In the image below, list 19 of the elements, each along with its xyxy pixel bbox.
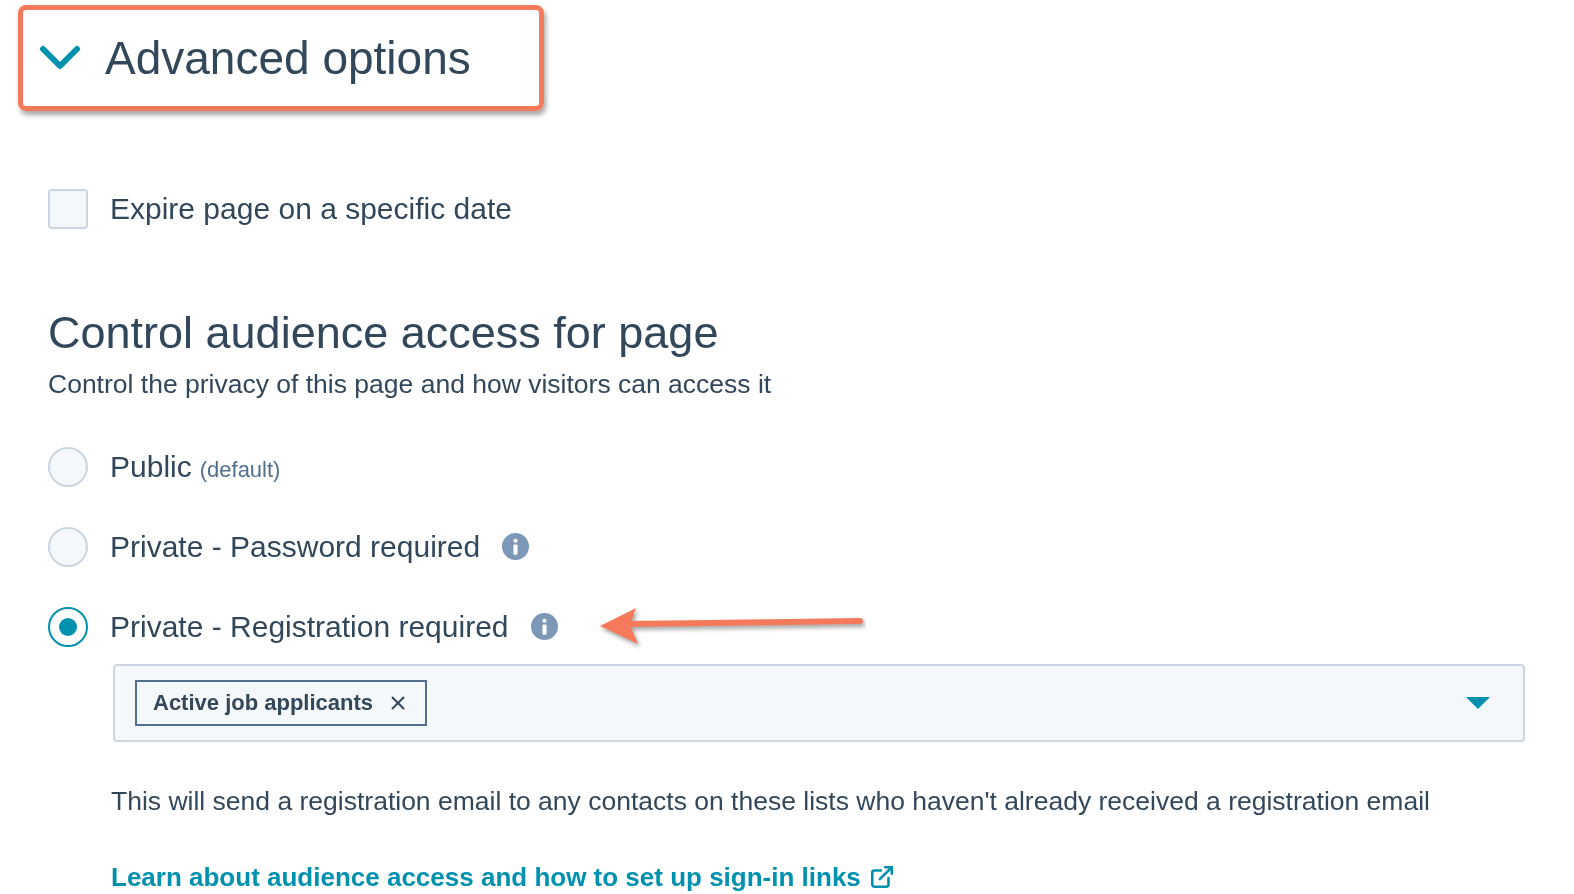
section-description: Control the privacy of this page and how visitors can access it bbox=[48, 368, 773, 401]
option-label: Public bbox=[110, 449, 192, 486]
chevron-icon bbox=[39, 45, 81, 71]
dropdown-caret-icon[interactable] bbox=[1465, 695, 1491, 710]
help-text: This will send a registration email to any contacts on these lists who haven't already received a registration email bbox=[111, 784, 1431, 818]
radio-button[interactable] bbox=[48, 606, 88, 647]
checkbox[interactable] bbox=[48, 188, 88, 229]
option-note: (default) bbox=[199, 456, 281, 485]
tag-label: Active job applicants bbox=[153, 689, 374, 718]
help-link[interactable]: Learn about audience access and how to set up sign-in links bbox=[111, 857, 895, 894]
info-icon[interactable] bbox=[502, 533, 530, 561]
info-icon[interactable] bbox=[530, 613, 558, 641]
section-heading: Control audience access for page bbox=[48, 306, 720, 360]
checkbox-label: Expire page on a specific date bbox=[110, 191, 512, 227]
list-select-field[interactable]: Active job applicants bbox=[113, 663, 1525, 742]
option-label: Private - Password required bbox=[110, 529, 481, 566]
option-label: Private - Registration required bbox=[110, 609, 509, 646]
section-toggle[interactable]: Advanced options bbox=[39, 23, 471, 93]
external-link-icon bbox=[868, 864, 895, 890]
